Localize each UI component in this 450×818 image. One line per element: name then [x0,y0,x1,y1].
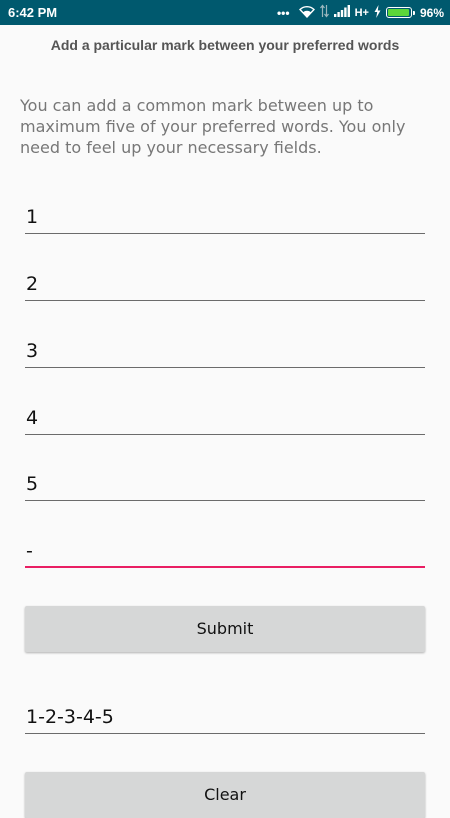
description-text: You can add a common mark between up to … [20,96,406,157]
battery-percent: 96% [419,5,444,20]
charging-icon [374,4,381,21]
word-field-3[interactable]: 3 [25,334,425,368]
word-field-2[interactable]: 2 [25,267,425,301]
more-dots-icon: ••• [276,5,290,20]
signal-icon [333,5,350,20]
data-transfer-icon [319,4,329,21]
submit-button[interactable]: Submit [25,606,425,652]
clear-button[interactable]: Clear [25,772,425,818]
word-field-1[interactable]: 1 [25,200,425,234]
status-bar: 6:42 PM ••• H+ 96% [0,0,450,25]
result-field[interactable]: 1-2-3-4-5 [25,700,425,734]
battery-fill [387,9,409,16]
word-field-5[interactable]: 5 [25,467,425,501]
network-type: H+ [354,6,369,19]
wifi-icon [298,5,315,21]
status-time: 6:42 PM [8,5,58,20]
word-field-4[interactable]: 4 [25,401,425,435]
status-icons: ••• H+ 96% [277,3,444,22]
mark-field[interactable]: - [25,534,425,568]
battery-icon [385,7,415,18]
page-title: Add a particular mark between your prefe… [50,37,400,53]
